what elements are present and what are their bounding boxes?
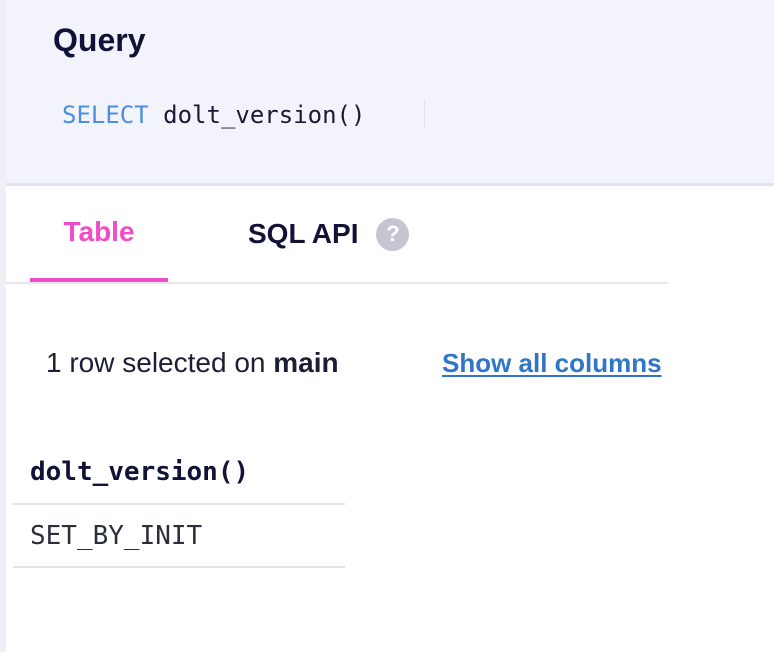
rows-selected-text: 1 row selected on xyxy=(46,347,266,378)
branch-name: main xyxy=(273,347,339,378)
table-cell: SET_BY_INIT xyxy=(13,504,345,568)
query-result-table: dolt_version() SET_BY_INIT xyxy=(13,440,345,568)
editor-cursor xyxy=(424,100,425,128)
tab-sql-api[interactable]: SQL API ? xyxy=(248,186,410,282)
query-panel: Query SELECT dolt_version() xyxy=(6,0,774,186)
query-title: Query xyxy=(53,22,146,58)
sql-expression: dolt_version() xyxy=(163,101,366,129)
show-all-columns-link[interactable]: Show all columns xyxy=(442,348,662,378)
column-header: dolt_version() xyxy=(13,440,345,505)
result-tabs: Table SQL API ? xyxy=(6,186,668,284)
sql-query-editor[interactable]: SELECT dolt_version() xyxy=(62,98,365,132)
sql-keyword: SELECT xyxy=(62,101,149,129)
tab-sql-api-label: SQL API xyxy=(248,218,359,249)
rows-selected-summary: 1 row selected on main xyxy=(46,346,339,380)
tab-table[interactable]: Table xyxy=(30,186,168,282)
table-row: SET_BY_INIT xyxy=(13,504,345,568)
table-header-row: dolt_version() xyxy=(13,440,345,505)
question-circle-icon[interactable]: ? xyxy=(376,217,410,251)
